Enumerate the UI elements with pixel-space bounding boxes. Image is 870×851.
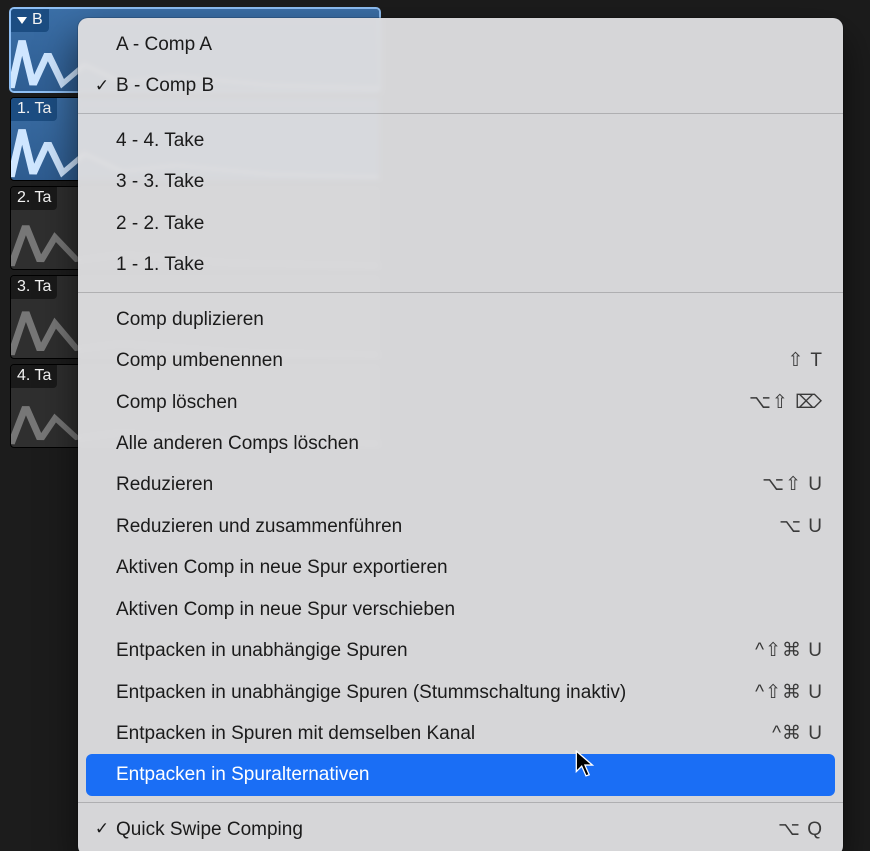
menu-item-label: 1 - 1. Take xyxy=(116,250,823,279)
menu-separator xyxy=(78,802,843,803)
menu-item-flatten-merge[interactable]: Reduzieren und zusammenführen ⌥ U xyxy=(78,506,843,547)
menu-separator xyxy=(78,113,843,114)
menu-item-label: Entpacken in Spuren mit demselben Kanal xyxy=(116,719,760,748)
menu-item-unpack-same-channel[interactable]: Entpacken in Spuren mit demselben Kanal … xyxy=(78,713,843,754)
menu-item-shortcut: ^⇧⌘ U xyxy=(743,636,823,665)
menu-item-take-1[interactable]: 1 - 1. Take xyxy=(78,244,843,285)
menu-item-export-active-comp[interactable]: Aktiven Comp in neue Spur exportieren xyxy=(78,547,843,588)
menu-item-label: Comp duplizieren xyxy=(116,305,823,334)
menu-item-label: 3 - 3. Take xyxy=(116,167,823,196)
menu-item-label: B - Comp B xyxy=(116,71,823,100)
menu-separator xyxy=(78,292,843,293)
menu-item-label: Entpacken in Spuralternativen xyxy=(116,760,823,789)
region-label: 1. Ta xyxy=(17,100,51,118)
menu-item-take-4[interactable]: 4 - 4. Take xyxy=(78,120,843,161)
menu-item-shortcut: ⌥⇧ ⌦ xyxy=(737,388,823,417)
menu-item-label: Reduzieren und zusammenführen xyxy=(116,512,767,541)
menu-item-comp-b[interactable]: ✓ B - Comp B xyxy=(78,65,843,106)
take-folder-context-menu[interactable]: A - Comp A ✓ B - Comp B 4 - 4. Take 3 - … xyxy=(78,18,843,851)
region-label: 3. Ta xyxy=(17,278,51,296)
menu-item-move-active-comp[interactable]: Aktiven Comp in neue Spur verschieben xyxy=(78,589,843,630)
menu-item-rename-comp[interactable]: Comp umbenennen ⇧ T xyxy=(78,340,843,381)
menu-item-unpack-track-alternatives[interactable]: Entpacken in Spuralternativen xyxy=(86,754,835,795)
menu-item-quick-swipe-comping[interactable]: ✓ Quick Swipe Comping ⌥ Q xyxy=(78,809,843,850)
menu-item-label: 4 - 4. Take xyxy=(116,126,823,155)
region-label: B xyxy=(32,11,43,29)
menu-item-delete-comp[interactable]: Comp löschen ⌥⇧ ⌦ xyxy=(78,382,843,423)
menu-item-shortcut: ⌥⇧ U xyxy=(750,470,823,499)
menu-item-label: Aktiven Comp in neue Spur verschieben xyxy=(116,595,823,624)
menu-item-shortcut: ⌥ Q xyxy=(766,815,823,844)
menu-item-label: Quick Swipe Comping xyxy=(116,815,766,844)
region-label: 4. Ta xyxy=(17,367,51,385)
menu-item-label: Comp löschen xyxy=(116,388,737,417)
menu-item-shortcut: ^⌘ U xyxy=(760,719,823,748)
checkmark-icon: ✓ xyxy=(88,816,116,842)
menu-item-take-2[interactable]: 2 - 2. Take xyxy=(78,203,843,244)
menu-item-label: Comp umbenennen xyxy=(116,346,776,375)
menu-item-shortcut: ⇧ T xyxy=(776,346,823,375)
menu-item-label: Entpacken in unabhängige Spuren (Stummsc… xyxy=(116,678,743,707)
menu-item-flatten[interactable]: Reduzieren ⌥⇧ U xyxy=(78,464,843,505)
menu-item-label: Entpacken in unabhängige Spuren xyxy=(116,636,743,665)
menu-item-label: 2 - 2. Take xyxy=(116,209,823,238)
menu-item-duplicate-comp[interactable]: Comp duplizieren xyxy=(78,299,843,340)
menu-item-shortcut: ⌥ U xyxy=(767,512,823,541)
menu-item-label: A - Comp A xyxy=(116,30,823,59)
menu-item-shortcut: ^⇧⌘ U xyxy=(743,678,823,707)
checkmark-icon: ✓ xyxy=(88,73,116,99)
disclosure-triangle-icon[interactable] xyxy=(17,17,27,24)
menu-item-label: Reduzieren xyxy=(116,470,750,499)
region-label: 2. Ta xyxy=(17,189,51,207)
menu-item-take-3[interactable]: 3 - 3. Take xyxy=(78,161,843,202)
menu-item-comp-a[interactable]: A - Comp A xyxy=(78,24,843,65)
menu-item-unpack-new-tracks-mute-off[interactable]: Entpacken in unabhängige Spuren (Stummsc… xyxy=(78,672,843,713)
menu-item-label: Alle anderen Comps löschen xyxy=(116,429,823,458)
menu-item-unpack-new-tracks[interactable]: Entpacken in unabhängige Spuren ^⇧⌘ U xyxy=(78,630,843,671)
menu-item-delete-other-comps[interactable]: Alle anderen Comps löschen xyxy=(78,423,843,464)
menu-item-label: Aktiven Comp in neue Spur exportieren xyxy=(116,553,823,582)
